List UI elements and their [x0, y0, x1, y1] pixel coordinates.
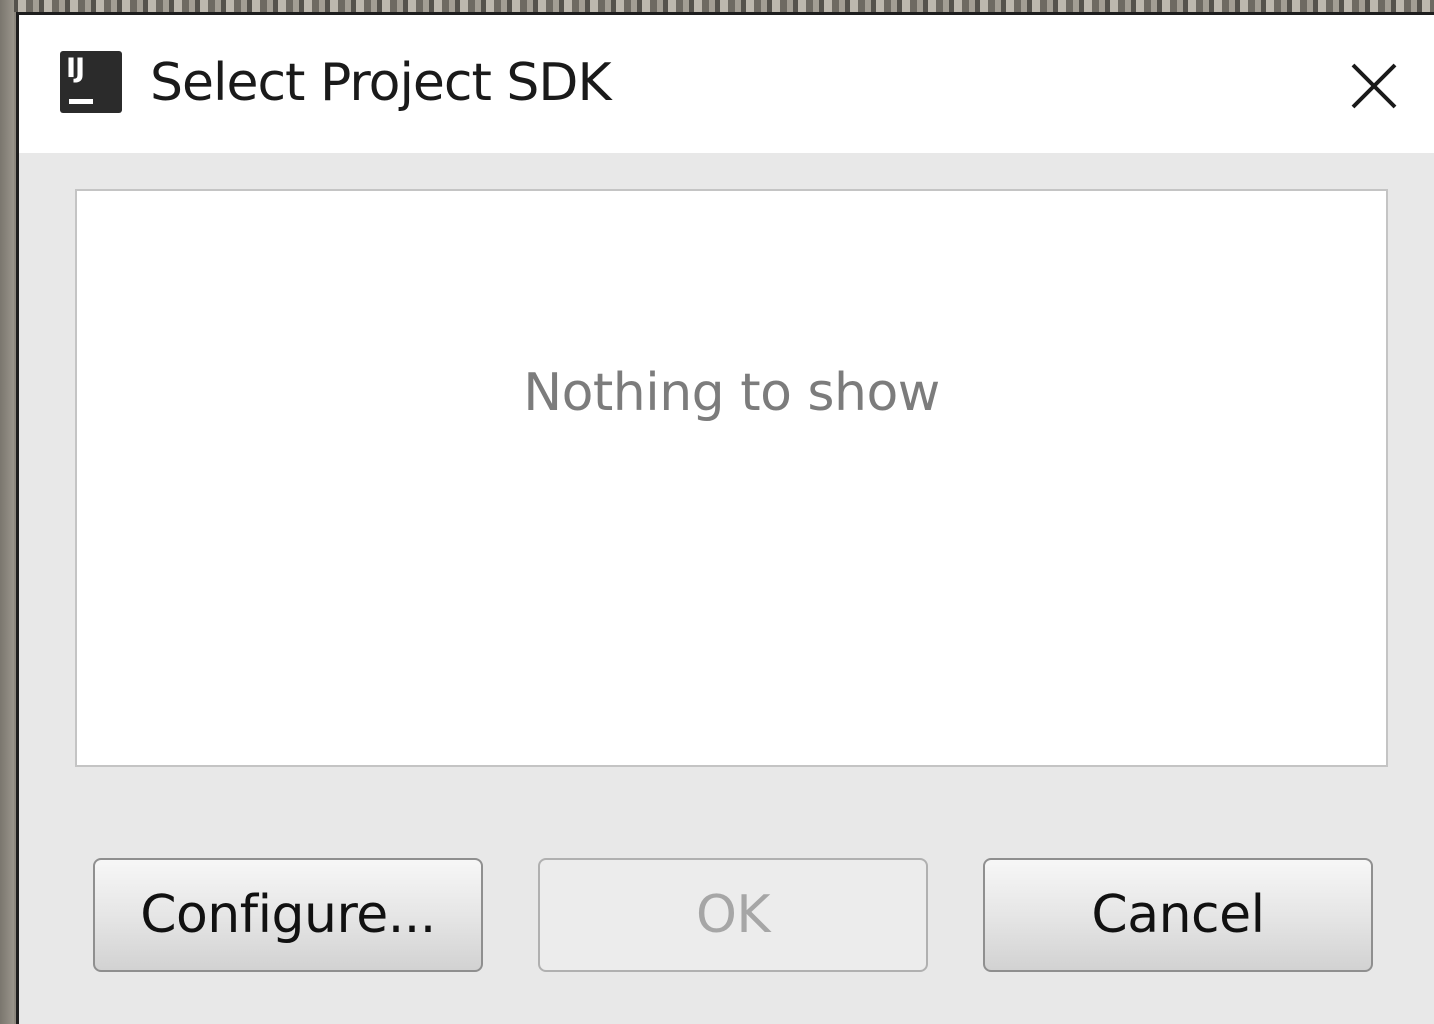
- close-button[interactable]: [1329, 41, 1419, 131]
- ok-button[interactable]: OK: [538, 858, 928, 972]
- dialog-title: Select Project SDK: [150, 53, 612, 113]
- sdk-list[interactable]: Nothing to show: [75, 189, 1388, 767]
- configure-button[interactable]: Configure...: [93, 858, 483, 972]
- title-bar: IJ Select Project SDK: [19, 15, 1434, 153]
- empty-list-message: Nothing to show: [523, 363, 940, 423]
- close-icon: [1351, 63, 1397, 109]
- intellij-idea-icon: IJ: [60, 51, 122, 113]
- select-project-sdk-dialog: IJ Select Project SDK Nothing to show Co…: [16, 12, 1434, 1024]
- cancel-button[interactable]: Cancel: [983, 858, 1373, 972]
- desktop-background-strip: [0, 0, 1434, 12]
- app-icon-label: IJ: [66, 53, 85, 84]
- desktop-background-edge: [0, 0, 14, 1024]
- app-icon-underscore: [69, 99, 93, 104]
